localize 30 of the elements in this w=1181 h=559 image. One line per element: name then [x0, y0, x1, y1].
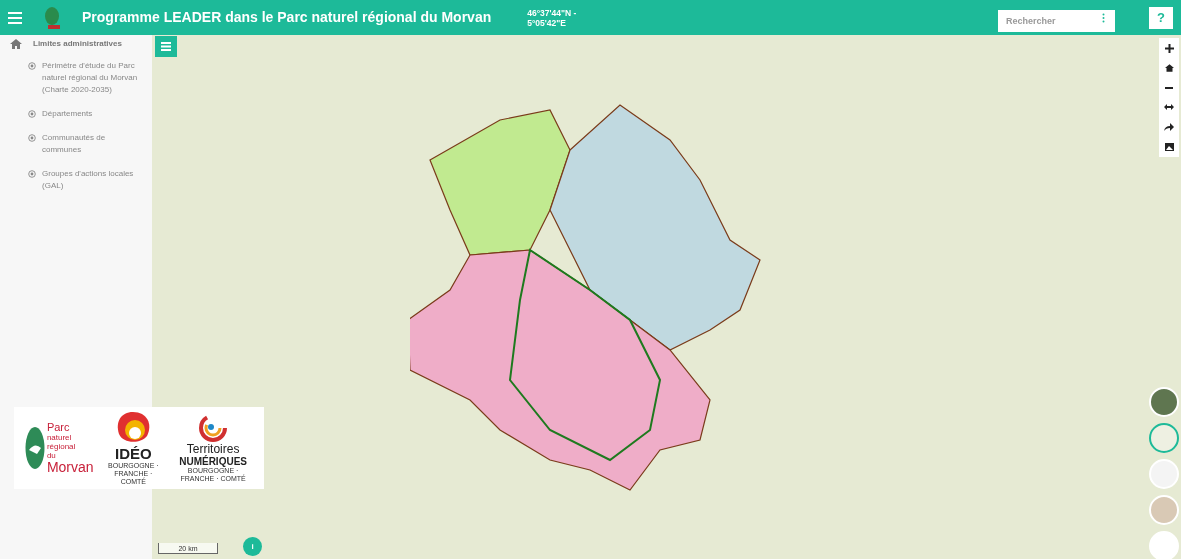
logo-text: IDÉO — [115, 446, 152, 462]
ring-logo-icon — [197, 413, 230, 443]
layer-item[interactable]: Communautés de communes — [42, 132, 144, 156]
horse-logo-icon — [24, 426, 45, 470]
more-icon[interactable] — [1102, 12, 1105, 23]
home-icon — [10, 39, 22, 49]
logo-text: Morvan — [46, 459, 94, 475]
logo-text: NUMÉRIQUES — [179, 456, 247, 467]
info-button[interactable]: i — [243, 537, 262, 556]
layer-item[interactable]: Groupes d'actions locales (GAL) — [42, 168, 144, 192]
app-title: Programme LEADER dans le Parc naturel régional du Morvan — [82, 8, 492, 27]
search-field[interactable]: Rechercher — [998, 9, 1115, 32]
layer-item[interactable]: Périmètre d'étude du Parc naturel régional du Morvan (Charte 2020-2035) — [42, 60, 144, 96]
list-icon — [161, 42, 171, 51]
logo-icon — [44, 5, 62, 30]
cursor-coordinates: 46°37'44"N - 5°05'42"E — [527, 7, 577, 28]
basemap-thumbnail[interactable] — [1149, 423, 1179, 453]
radio-icon[interactable] — [28, 62, 36, 70]
radio-icon[interactable] — [28, 110, 36, 118]
legend-toggle-button[interactable] — [155, 36, 177, 57]
radio-icon[interactable] — [28, 170, 36, 178]
radio-icon[interactable] — [28, 134, 36, 142]
layer-group-title: Limites administratives — [33, 38, 122, 50]
logo-text: Parc — [46, 421, 71, 433]
logo-text: Territoires — [186, 443, 240, 456]
logo-text: naturel — [46, 432, 73, 442]
layer-item[interactable]: Départements — [42, 108, 93, 120]
help-button[interactable]: ? — [1149, 6, 1173, 29]
logo-text: du — [46, 450, 57, 460]
logo-text: régional — [46, 441, 77, 451]
